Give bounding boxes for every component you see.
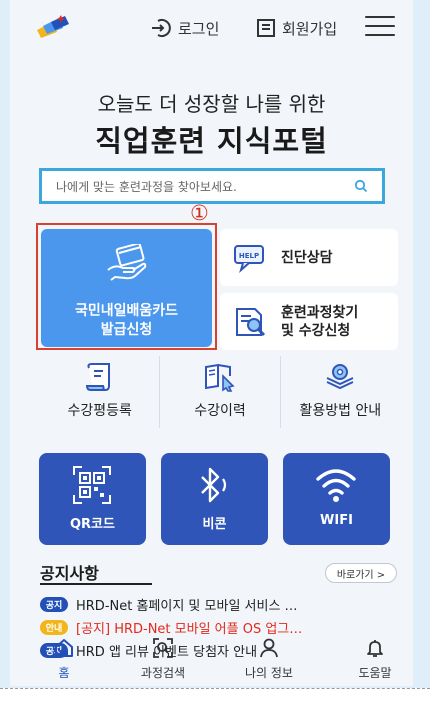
wifi-button[interactable]: WIFI [283, 453, 390, 545]
login-icon [152, 19, 171, 37]
app-screen: 로그인 회원가입 오늘도 더 성장할 나를 위한 직업훈련 지식포털 나에게 맞… [10, 0, 413, 686]
tab-help[interactable]: 도움말 [335, 640, 413, 681]
notice-title-underline [40, 583, 152, 585]
home-icon [55, 639, 73, 657]
hamburger-menu-icon[interactable] [365, 16, 395, 40]
course-search-input[interactable]: 나에게 맞는 훈련과정을 찾아보세요. [39, 168, 385, 204]
notice-text: HRD-Net 홈페이지 및 모바일 서비스 … [76, 599, 298, 614]
bottom-tab-bar: 홈 과정검색 나의 정보 도움말 [10, 638, 413, 686]
bluetooth-icon [201, 467, 227, 503]
diagnosis-consult-button[interactable]: HELP 진단상담 [220, 229, 398, 286]
login-label: 로그인 [178, 19, 220, 38]
tab-my-info-label: 나의 정보 [245, 666, 293, 680]
hrd-logo-icon[interactable] [35, 14, 73, 40]
search-placeholder: 나에게 맞는 훈련과정을 찾아보세요. [56, 179, 237, 194]
tab-home[interactable]: 홈 [24, 639, 104, 681]
notice-item[interactable]: 안내 [공지] HRD-Net 모바일 어플 OS 업그… [40, 616, 402, 639]
hero-subtitle: 오늘도 더 성장할 나를 위한 [97, 92, 326, 116]
page-title: 직업훈련 지식포털 [95, 124, 328, 158]
signup-icon [257, 19, 275, 37]
search-icon[interactable] [354, 179, 368, 193]
notice-item[interactable]: 공지 HRD-Net 홈페이지 및 모바일 서비스 … [40, 593, 402, 616]
diagnosis-label: 진단상담 [281, 249, 333, 266]
usage-guide-label: 활용방법 안내 [299, 403, 382, 419]
course-search-icon [153, 638, 173, 658]
gear-layers-icon [326, 364, 354, 390]
qr-code-button[interactable]: QR코드 [39, 453, 146, 545]
notice-badge: 공지 [40, 597, 68, 612]
beacon-label: 비콘 [202, 517, 227, 532]
qr-code-label: QR코드 [70, 517, 115, 532]
course-history-label: 수강이력 [194, 403, 246, 419]
person-icon [260, 638, 278, 658]
bell-icon [367, 640, 383, 657]
signup-label: 회원가입 [282, 19, 338, 38]
find-course-label: 훈련과정찾기 및 수강신청 [281, 304, 359, 339]
help-speech-icon: HELP [234, 244, 264, 273]
notice-item[interactable]: 공지 HRD 앱 리뷰 이벤트 당첨자 안내 [40, 639, 402, 662]
review-register-item[interactable]: 수강평등록 [40, 356, 159, 428]
tab-my-info[interactable]: 나의 정보 [229, 638, 309, 681]
beacon-button[interactable]: 비콘 [161, 453, 268, 545]
tab-home-label: 홈 [58, 666, 70, 680]
wifi-icon [316, 469, 356, 502]
tab-help-label: 도움말 [358, 666, 392, 680]
tab-course-search-label: 과정검색 [140, 666, 186, 680]
quick-menu: 수강평등록 수강이력 활용방법 안내 [40, 356, 400, 428]
book-history-icon [204, 363, 235, 392]
notice-list: 공지 HRD-Net 홈페이지 및 모바일 서비스 … 안내 [공지] HRD-… [40, 593, 402, 662]
find-course-button[interactable]: 훈련과정찾기 및 수강신청 [220, 293, 398, 350]
notice-section-title: 공지사항 [40, 564, 99, 583]
notice-text: [공지] HRD-Net 모바일 어플 OS 업그… [76, 622, 303, 637]
course-history-item[interactable]: 수강이력 [159, 356, 279, 428]
wifi-label: WIFI [320, 513, 353, 528]
signup-button[interactable]: 회원가입 [256, 16, 337, 40]
info-badge: 안내 [40, 620, 68, 635]
qr-code-icon [73, 466, 111, 504]
notice-more-button[interactable]: 바로가기 > [325, 563, 397, 583]
review-register-label: 수강평등록 [67, 403, 132, 419]
attendance-tiles: QR코드 비콘 WIFI [39, 453, 403, 548]
pen-paper-icon [85, 363, 110, 391]
usage-guide-item[interactable]: 활용방법 안내 [279, 356, 400, 428]
cropped-text-strip [0, 688, 430, 721]
document-search-icon [236, 307, 266, 336]
card-in-hand-icon [107, 244, 147, 281]
card-button-label: 국민내일배움카드 발급신청 [74, 303, 179, 338]
tab-course-search[interactable]: 과정검색 [123, 638, 203, 681]
login-button[interactable]: 로그인 [150, 16, 219, 40]
annotation-marker: ① [190, 201, 209, 225]
card-application-button[interactable]: 국민내일배움카드 발급신청 [41, 229, 212, 347]
svg-text:HELP: HELP [239, 252, 259, 260]
